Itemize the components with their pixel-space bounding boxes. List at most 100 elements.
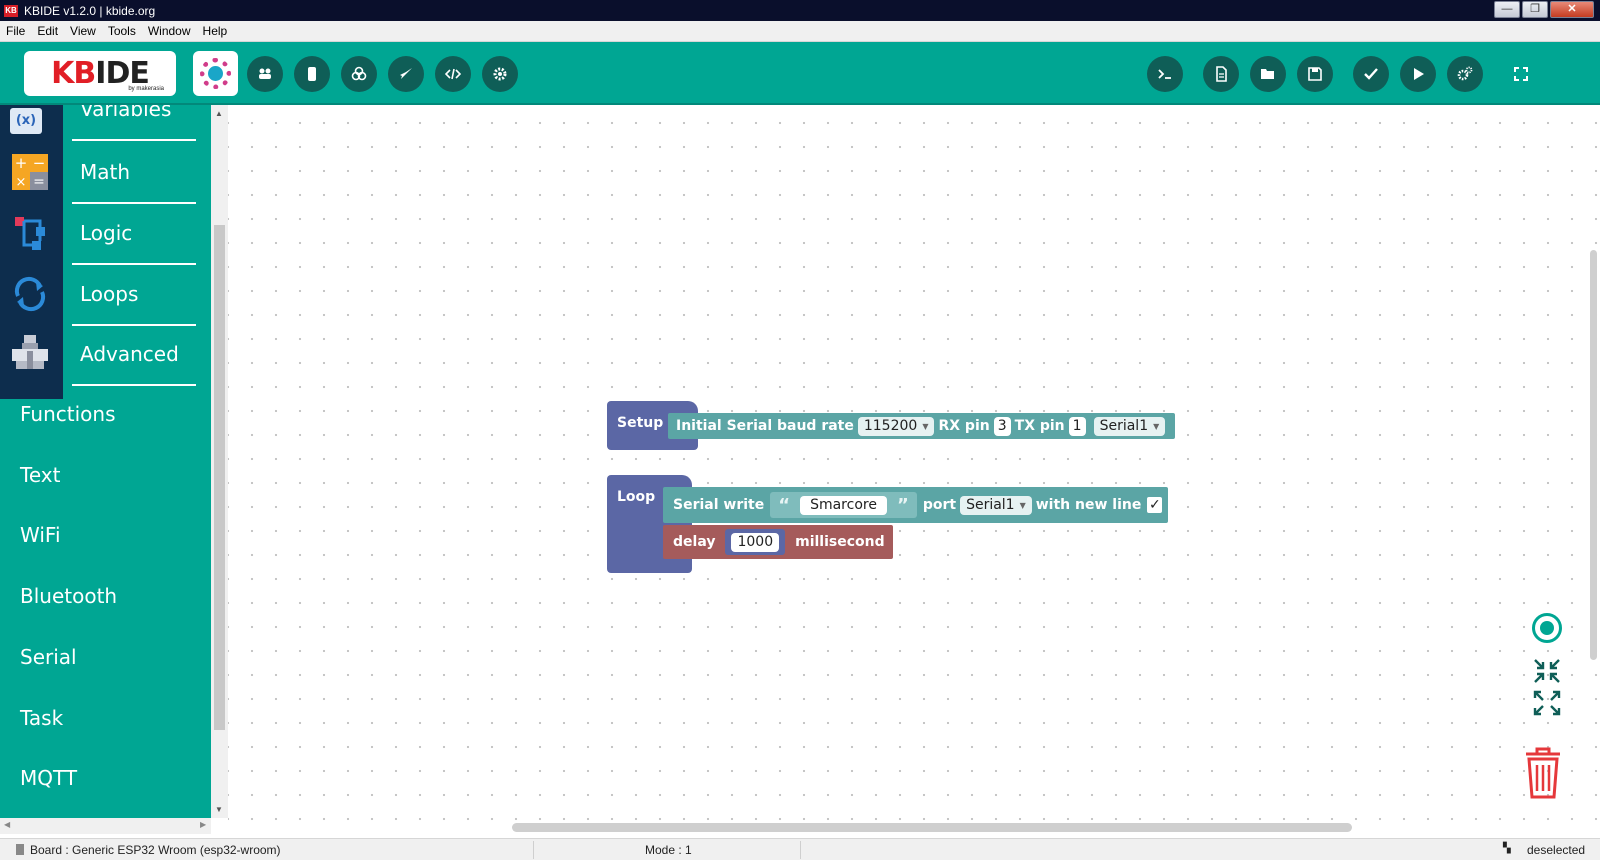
serial-write-block[interactable]: Serial write “ Smarcore ” port Serial1 ▼ … <box>663 487 1169 523</box>
board-chip-icon <box>16 844 24 855</box>
logo-kb: KB <box>51 56 96 91</box>
category-label: Variables <box>80 105 172 121</box>
gear-icon <box>493 67 507 81</box>
zoom-in-icon[interactable] <box>1532 657 1562 685</box>
board-settings-button[interactable] <box>1447 56 1483 92</box>
category-task[interactable]: Task <box>20 706 63 730</box>
toolbar: KBIDE by makerasia <box>0 42 1600 105</box>
zoom-controls <box>1532 657 1562 719</box>
category-wifi[interactable]: WiFi <box>20 523 61 547</box>
minimize-button[interactable]: — <box>1494 1 1520 18</box>
loop-block-label: Loop <box>617 489 656 505</box>
category-loops[interactable]: Loops <box>72 265 196 326</box>
category-math[interactable]: Math <box>72 143 196 204</box>
scroll-left-icon[interactable]: ◀ <box>4 820 10 829</box>
math-icon: + − × = <box>10 152 50 192</box>
logic-icon <box>10 213 50 253</box>
terminal-icon <box>1158 69 1171 79</box>
rocket-icon <box>400 68 412 79</box>
chevron-down-icon: ▼ <box>1153 421 1160 431</box>
window-controls: — ❐ ✕ <box>1494 1 1594 18</box>
fullscreen-button[interactable] <box>1503 56 1539 92</box>
rocket-button[interactable] <box>388 56 424 92</box>
number-block[interactable]: 1000 <box>725 529 786 555</box>
toolbox-vertical-scrollbar[interactable]: ▲ ▼ <box>211 105 228 818</box>
window-title: KBIDE v1.2.0 | kbide.org <box>24 3 156 18</box>
write-port-dropdown[interactable]: Serial1 ▼ <box>960 495 1032 515</box>
cloud-button[interactable] <box>341 56 377 92</box>
text-block[interactable]: “ Smarcore ” <box>770 492 917 518</box>
board-icon <box>259 68 271 79</box>
tx-pin-field[interactable]: 1 <box>1068 416 1086 436</box>
category-functions[interactable]: Functions <box>20 402 116 426</box>
scroll-down-icon[interactable]: ▼ <box>215 805 223 814</box>
new-file-button[interactable] <box>1203 56 1239 92</box>
tx-pin-label: TX pin <box>1014 418 1065 434</box>
menu-help[interactable]: Help <box>197 24 234 38</box>
plugin-button[interactable] <box>294 56 330 92</box>
svg-text:+: + <box>15 154 28 172</box>
serial-init-label: Initial Serial baud rate <box>676 418 854 434</box>
rx-pin-field[interactable]: 3 <box>993 416 1011 436</box>
zoom-out-icon[interactable] <box>1532 689 1562 717</box>
new-file-icon <box>1216 66 1227 82</box>
menu-view[interactable]: View <box>64 24 102 38</box>
text-input[interactable]: Smarcore <box>800 495 887 515</box>
open-folder-icon <box>1261 69 1274 79</box>
category-serial[interactable]: Serial <box>20 645 77 669</box>
trash-icon[interactable] <box>1522 745 1564 800</box>
scroll-up-icon[interactable]: ▲ <box>215 109 223 118</box>
play-icon <box>1414 68 1424 80</box>
menu-window[interactable]: Window <box>142 24 197 38</box>
toolbox-scroll-thumb[interactable] <box>214 225 225 730</box>
upload-button[interactable] <box>1400 56 1436 92</box>
new-line-checkbox[interactable]: ✓ <box>1147 497 1163 513</box>
block-toolbox: (x) + − × = Variables Math Logic Loops A… <box>0 105 211 818</box>
plugin-icon <box>308 67 316 81</box>
settings-button[interactable] <box>482 56 518 92</box>
kbide-logo: KBIDE by makerasia <box>24 51 176 96</box>
open-folder-button[interactable] <box>1250 56 1286 92</box>
loops-icon <box>10 274 50 314</box>
kbide-window: KB KBIDE v1.2.0 | kbide.org — ❐ ✕ File E… <box>0 0 1600 860</box>
category-mqtt[interactable]: MQTT <box>20 766 77 790</box>
serial-port-dropdown[interactable]: Serial1 ▼ <box>1093 416 1166 436</box>
scroll-right-icon[interactable]: ▶ <box>200 820 206 829</box>
open-quote-icon: “ <box>778 494 791 516</box>
fullscreen-icon <box>1514 67 1528 81</box>
toolbox-horizontal-scrollbar[interactable]: ◀ ▶ <box>0 818 211 834</box>
category-variables[interactable]: Variables <box>72 105 196 141</box>
category-text[interactable]: Text <box>20 463 60 487</box>
svg-text:−: − <box>33 154 46 172</box>
board-button[interactable] <box>247 56 283 92</box>
delay-value-input[interactable]: 1000 <box>731 532 780 552</box>
svg-text:=: = <box>33 174 45 190</box>
verify-button[interactable] <box>1353 56 1389 92</box>
selection-status: deselected <box>1527 843 1586 857</box>
menu-bar: File Edit View Tools Window Help <box>0 21 1600 42</box>
terminal-button[interactable] <box>1147 56 1183 92</box>
workspace-horizontal-scrollbar[interactable] <box>512 823 1352 832</box>
close-button[interactable]: ✕ <box>1550 1 1594 18</box>
serial-init-block[interactable]: Initial Serial baud rate 115200 ▼ RX pin … <box>668 413 1176 439</box>
category-logic[interactable]: Logic <box>72 204 196 265</box>
menu-edit[interactable]: Edit <box>31 24 64 38</box>
serial-port-value: Serial1 <box>1099 417 1149 434</box>
code-button[interactable] <box>435 56 471 92</box>
save-icon <box>1308 67 1322 81</box>
save-button[interactable] <box>1297 56 1333 92</box>
baud-rate-dropdown[interactable]: 115200 ▼ <box>857 416 935 436</box>
delay-block[interactable]: delay 1000 millisecond <box>663 525 893 559</box>
blockly-workspace[interactable] <box>228 105 1600 835</box>
workspace-vertical-scrollbar[interactable] <box>1590 250 1597 660</box>
menu-tools[interactable]: Tools <box>102 24 142 38</box>
code-icon <box>445 68 461 80</box>
new-line-label: with new line <box>1035 497 1142 513</box>
category-advanced[interactable]: Advanced <box>72 325 196 386</box>
chevron-down-icon: ▼ <box>1019 500 1026 510</box>
recenter-icon[interactable] <box>1532 613 1562 643</box>
maximize-button[interactable]: ❐ <box>1522 1 1548 18</box>
menu-file[interactable]: File <box>0 24 31 38</box>
makerasia-logo[interactable] <box>193 51 238 96</box>
category-bluetooth[interactable]: Bluetooth <box>20 584 117 608</box>
